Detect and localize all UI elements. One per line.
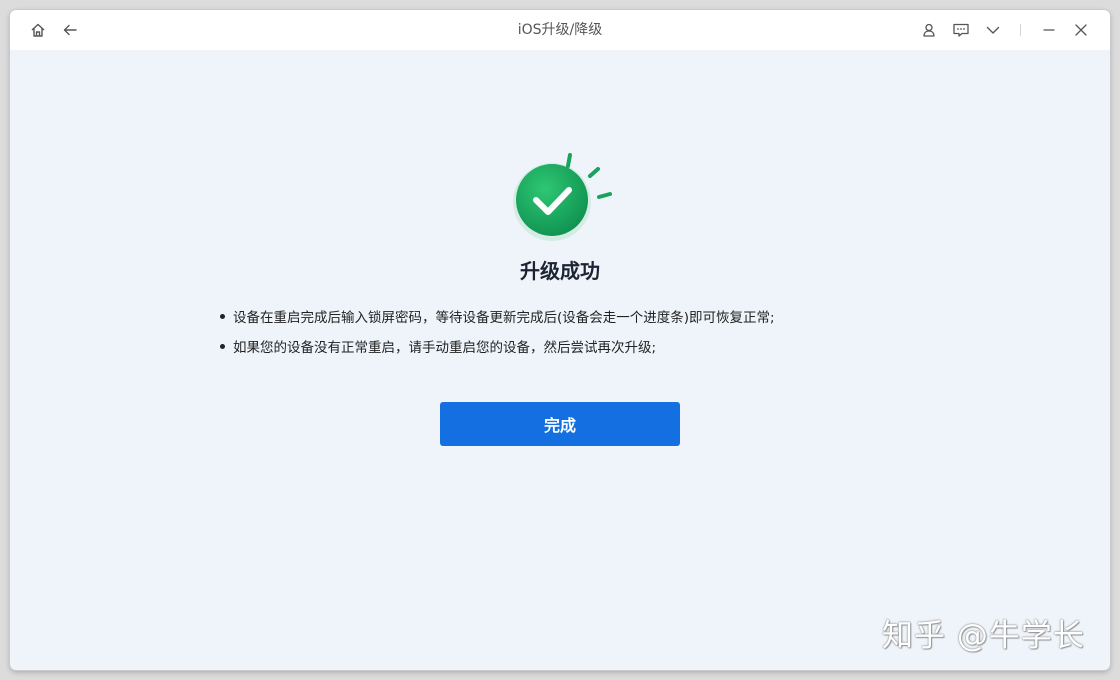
instruction-list: 设备在重启完成后输入锁屏密码，等待设备更新完成后(设备会走一个进度条)即可恢复正… xyxy=(218,307,918,367)
instruction-text: 设备在重启完成后输入锁屏密码，等待设备更新完成后(设备会走一个进度条)即可恢复正… xyxy=(233,310,775,326)
watermark: 知乎 @牛学长 xyxy=(882,618,1085,654)
window-title: iOS升级/降级 xyxy=(517,22,603,38)
user-icon xyxy=(923,23,935,37)
bullet-dot xyxy=(220,314,225,319)
app-window: iOS升级/降级 升级成功 设备在重启完成后输入锁屏密码，等待设备更新完成后(设… xyxy=(10,10,1110,670)
title-bar: iOS升级/降级 xyxy=(10,10,1110,50)
success-heading: 升级成功 xyxy=(520,259,600,283)
instruction-item: 如果您的设备没有正常重启，请手动重启您的设备，然后尝试再次升级; xyxy=(218,337,918,367)
account-button[interactable] xyxy=(917,18,941,42)
bullet-dot xyxy=(220,344,225,349)
instruction-item: 设备在重启完成后输入锁屏密码，等待设备更新完成后(设备会走一个进度条)即可恢复正… xyxy=(218,307,918,337)
chevron-down-icon xyxy=(986,26,1000,34)
back-arrow-icon xyxy=(63,24,77,36)
menu-dropdown-button[interactable] xyxy=(981,18,1005,42)
minimize-icon xyxy=(1043,29,1055,31)
close-button[interactable] xyxy=(1069,18,1093,42)
minimize-button[interactable] xyxy=(1037,18,1061,42)
back-button[interactable] xyxy=(58,18,82,42)
success-check-icon xyxy=(513,153,612,241)
feedback-icon xyxy=(953,23,969,37)
instruction-text: 如果您的设备没有正常重启，请手动重启您的设备，然后尝试再次升级; xyxy=(233,340,657,356)
home-button[interactable] xyxy=(26,18,50,42)
home-icon xyxy=(31,23,45,37)
titlebar-divider xyxy=(1020,24,1021,36)
done-button[interactable]: 完成 xyxy=(440,402,680,446)
feedback-button[interactable] xyxy=(949,18,973,42)
close-icon xyxy=(1075,24,1087,36)
